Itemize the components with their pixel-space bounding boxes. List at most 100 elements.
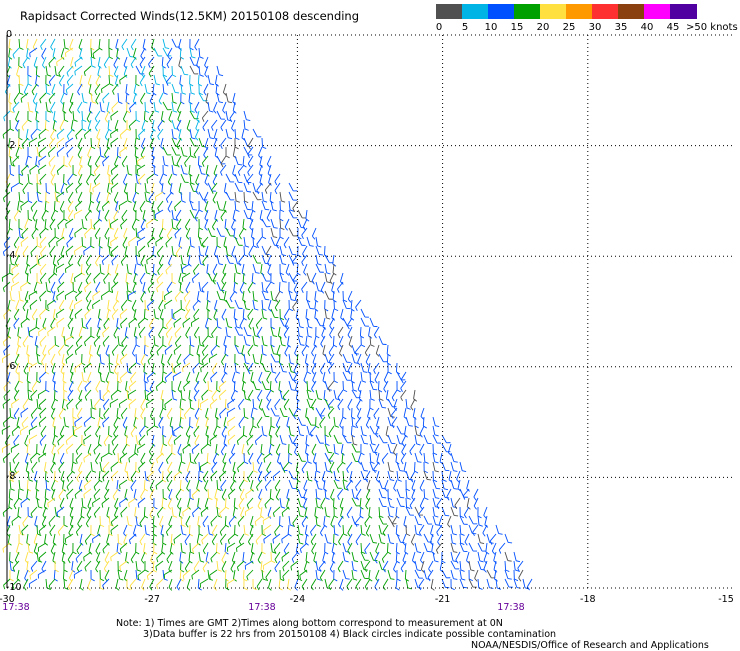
wind-barb (483, 525, 487, 536)
wind-barb (82, 93, 87, 103)
wind-barb (31, 561, 37, 572)
wind-barb (68, 552, 73, 563)
wind-barb (64, 39, 69, 49)
wind-barb (365, 471, 370, 482)
wind-barb (46, 381, 50, 392)
wind-barb (76, 183, 82, 193)
wind-barb (48, 345, 55, 355)
wind-barb (401, 561, 406, 572)
wind-barb (121, 408, 127, 419)
wind-barb (24, 363, 28, 374)
wind-barb (127, 264, 132, 274)
wind-barb (78, 84, 82, 95)
wind-barb (84, 66, 91, 76)
wind-barb (120, 372, 127, 382)
wind-barb (338, 516, 343, 527)
wind-barb (267, 210, 271, 221)
wind-barb (103, 336, 109, 347)
wind-barb (148, 237, 154, 247)
wind-barb (159, 300, 163, 311)
wind-barb (76, 399, 82, 409)
wind-barb (222, 309, 226, 320)
wind-barb (129, 381, 136, 391)
wind-barb (275, 399, 280, 410)
wind-barb (302, 282, 307, 293)
wind-barb (104, 435, 109, 446)
wind-barb (289, 381, 295, 390)
wind-barb (29, 435, 37, 444)
wind-barb (397, 471, 402, 481)
wind-barb (190, 129, 195, 139)
wind-barb (135, 138, 138, 149)
wind-barb (212, 219, 217, 230)
wind-barb (95, 399, 100, 410)
wind-barb (166, 453, 172, 464)
wind-barb (189, 390, 192, 401)
wind-barb (190, 147, 194, 158)
wind-barb (82, 237, 86, 248)
wind-barb (112, 255, 118, 265)
wind-barb (82, 219, 87, 229)
wind-barb (298, 210, 306, 218)
wind-barb (23, 57, 28, 68)
wind-barb (118, 93, 122, 104)
wind-barb (85, 390, 91, 401)
wind-barb (138, 570, 145, 579)
wind-barb (217, 561, 222, 571)
wind-barb (385, 480, 388, 491)
wind-barb (253, 129, 261, 137)
wind-barb (85, 210, 91, 221)
wind-barb (275, 561, 280, 572)
wind-barb (253, 192, 261, 200)
wind-barb (172, 93, 177, 103)
wind-barb (244, 183, 251, 192)
wind-barb (220, 534, 226, 545)
wind-barb (141, 354, 145, 365)
wind-barb (235, 300, 243, 309)
wind-barb (75, 363, 82, 372)
wind-barb (75, 246, 82, 255)
wind-barb (365, 543, 370, 554)
wind-barb (304, 264, 307, 275)
wind-barb (131, 39, 136, 50)
wind-barb (64, 516, 68, 527)
wind-barb (29, 579, 37, 588)
wind-barb (247, 498, 253, 509)
wind-barb (273, 507, 280, 517)
wind-barb (311, 399, 316, 410)
wind-barb (199, 219, 203, 230)
wind-barb (73, 111, 78, 121)
wind-barb (176, 246, 181, 257)
wind-barb (244, 525, 249, 535)
wind-barb (141, 552, 145, 563)
wind-barb (316, 435, 324, 443)
wind-barb (343, 354, 351, 362)
wind-barb (239, 480, 244, 491)
wind-barb (271, 354, 279, 362)
wind-barb (168, 435, 172, 446)
wind-barb (149, 111, 154, 122)
wind-barb (155, 192, 163, 201)
wind-barb (126, 84, 129, 95)
wind-barb (67, 489, 73, 499)
wind-barb (325, 534, 331, 543)
wind-barb (138, 444, 145, 453)
wind-barb (13, 48, 19, 58)
wind-barb (217, 237, 221, 248)
wind-barb (93, 291, 100, 300)
wind-barb (66, 354, 73, 364)
wind-barb (195, 39, 199, 50)
wind-barb (226, 327, 231, 337)
wind-barb (122, 39, 127, 50)
wind-barb (111, 165, 118, 175)
wind-barb (49, 57, 55, 67)
wind-barb (190, 237, 195, 247)
wind-barb (110, 219, 118, 228)
wind-barb (111, 462, 118, 472)
wind-barb (185, 534, 190, 545)
wind-barb (28, 102, 33, 112)
wind-barb (96, 426, 100, 437)
wind-barb (195, 129, 199, 140)
wind-barb (253, 399, 257, 410)
wind-barb (120, 453, 127, 463)
